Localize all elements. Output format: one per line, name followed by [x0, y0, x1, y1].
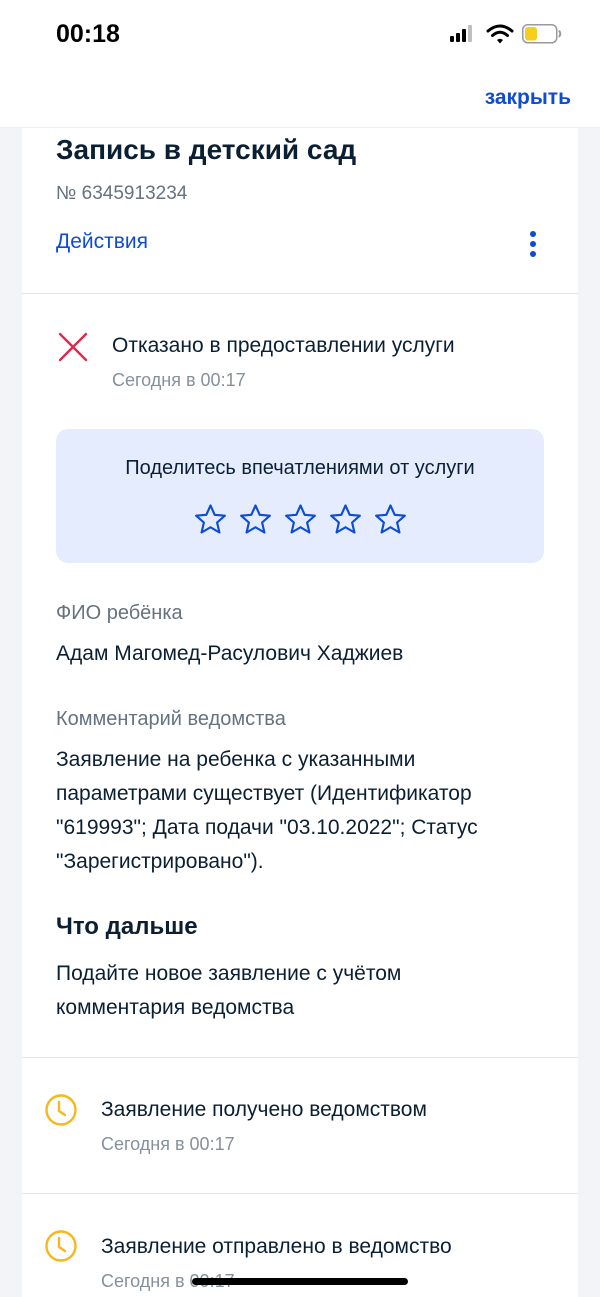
divider	[22, 1057, 578, 1058]
comment-line: параметрами существует (Идентификатор	[56, 782, 472, 805]
top-nav: закрыть	[0, 70, 600, 128]
page-title: Запись в детский сад	[56, 134, 357, 165]
clock-icon	[45, 1094, 77, 1126]
close-link[interactable]: закрыть	[485, 86, 571, 110]
history-item-title: Заявление получено ведомством	[101, 1098, 427, 1121]
home-indicator	[192, 1278, 408, 1285]
next-steps-line: комментария ведомства	[56, 996, 295, 1019]
status-time: Сегодня в 00:17	[112, 370, 246, 390]
rating-stars	[56, 503, 544, 536]
actions-link[interactable]: Действия	[56, 230, 148, 254]
clock-icon	[45, 1230, 77, 1262]
child-name-value: Адам Магомед-Расулович Хаджиев	[56, 642, 404, 665]
comment-line: "619993"; Дата подачи "03.10.2022"; Стат…	[56, 816, 478, 839]
more-vertical-icon[interactable]	[528, 230, 538, 258]
feedback-box: Поделитесь впечатлениями от услуги	[56, 429, 544, 563]
star-icon[interactable]	[329, 503, 362, 536]
order-card: Запись в детский сад № 6345913234 Действ…	[22, 128, 578, 1297]
battery-icon	[522, 24, 562, 44]
next-steps-line: Подайте новое заявление с учётом	[56, 962, 402, 985]
status-bar: 00:18	[0, 0, 600, 70]
comment-line: "Зарегистрировано").	[56, 850, 264, 873]
order-number: № 6345913234	[56, 183, 188, 204]
next-steps-heading: Что дальше	[56, 913, 198, 940]
child-name-label: ФИО ребёнка	[56, 602, 183, 624]
status-title: Отказано в предоставлении услуги	[112, 334, 455, 357]
status-time: 00:18	[56, 20, 120, 48]
divider	[22, 293, 578, 294]
star-icon[interactable]	[284, 503, 317, 536]
star-icon[interactable]	[239, 503, 272, 536]
cellular-signal-icon	[450, 25, 472, 42]
star-icon[interactable]	[194, 503, 227, 536]
divider	[22, 1193, 578, 1194]
status-icons	[450, 24, 562, 44]
cross-icon	[58, 332, 88, 362]
history-item-time: Сегодня в 00:17	[101, 1134, 235, 1154]
history-item-title: Заявление отправлено в ведомство	[101, 1235, 452, 1258]
comment-line: Заявление на ребенка с указанными	[56, 748, 416, 771]
star-icon[interactable]	[374, 503, 407, 536]
feedback-title: Поделитесь впечатлениями от услуги	[125, 457, 475, 479]
comment-label: Комментарий ведомства	[56, 708, 286, 730]
wifi-icon	[486, 24, 514, 44]
